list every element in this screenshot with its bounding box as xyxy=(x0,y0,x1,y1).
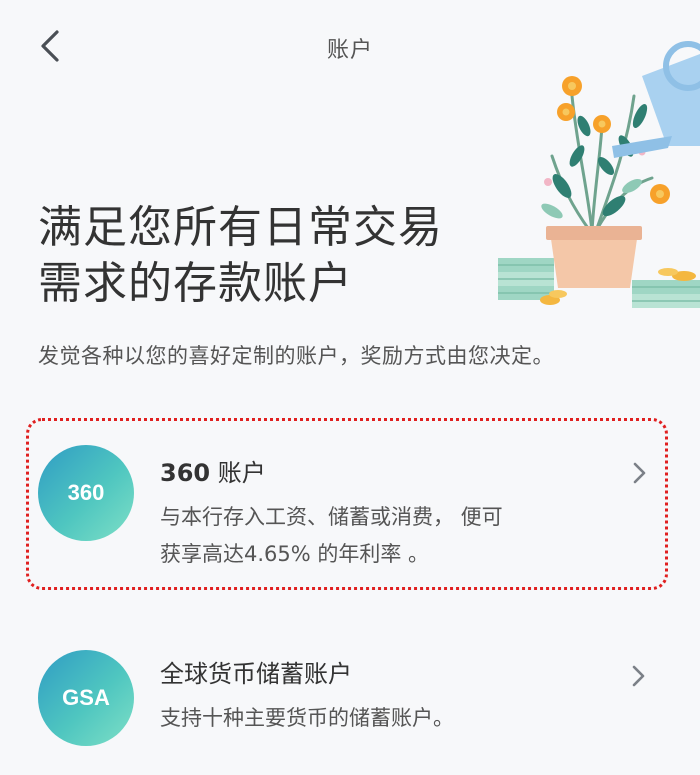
chevron-right-icon xyxy=(632,665,645,687)
account-title-360: 360 账户 xyxy=(160,453,266,488)
account-badge-360: 360 xyxy=(38,445,134,541)
chevron-right-icon xyxy=(633,462,646,484)
account-card-gsa[interactable]: GSA 全球货币储蓄账户 支持十种主要货币的储蓄账户。 xyxy=(26,630,668,760)
account-title-number: 360 xyxy=(160,459,211,487)
account-card-360[interactable]: 360 360 账户 与本行存入工资、储蓄或消费， 便可 获享高达4.65% 的… xyxy=(26,418,668,590)
account-title-text: 账户 xyxy=(210,459,266,487)
hero-heading-line2: 需求的存款账户 xyxy=(38,258,353,309)
hero-subtitle: 发觉各种以您的喜好定制的账户，奖励方式由您决定。 xyxy=(38,344,554,368)
hero-heading: 满足您所有日常交易 需求的存款账户 xyxy=(38,200,498,312)
account-desc-360: 与本行存入工资、储蓄或消费， 便可 获享高达4.65% 的年利率 。 xyxy=(160,499,580,573)
account-desc-line2: 获享高达4.65% 的年利率 。 xyxy=(160,542,430,566)
watering-can-plant-illustration xyxy=(498,41,700,308)
account-desc-gsa: 支持十种主要货币的储蓄账户。 xyxy=(160,706,454,730)
account-desc-line1: 与本行存入工资、储蓄或消费， 便可 xyxy=(160,505,503,529)
account-title-gsa: 全球货币储蓄账户 xyxy=(160,660,352,688)
account-badge-gsa: GSA xyxy=(38,650,134,746)
hero-heading-line1: 满足您所有日常交易 xyxy=(38,202,443,253)
